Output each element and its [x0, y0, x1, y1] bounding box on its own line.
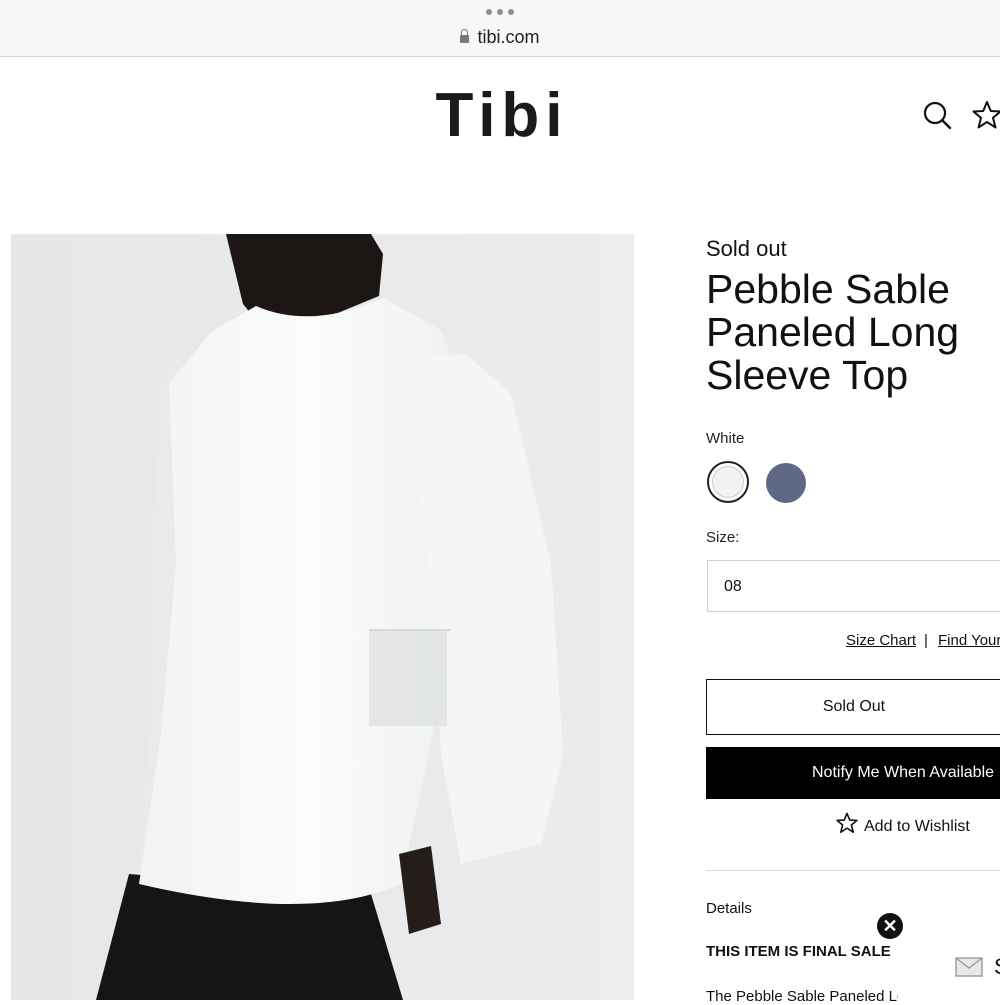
- search-icon[interactable]: [922, 100, 952, 130]
- product-title: Pebble Sable Paneled Long Sleeve Top: [706, 268, 1000, 397]
- details-heading[interactable]: Details: [706, 900, 752, 917]
- size-select[interactable]: 08: [707, 560, 1000, 612]
- divider: [706, 870, 1000, 871]
- size-chart-link[interactable]: Size Chart: [846, 632, 916, 649]
- final-sale-notice: THIS ITEM IS FINAL SALE: [706, 943, 891, 960]
- brand-logo[interactable]: Tibi: [432, 84, 572, 148]
- link-separator: |: [924, 632, 928, 649]
- star-outline-icon: [836, 812, 858, 834]
- sold-out-button[interactable]: Sold Out: [706, 679, 1000, 735]
- lock-icon: [460, 35, 469, 43]
- more-dots-icon[interactable]: [486, 9, 514, 17]
- signup-label[interactable]: S: [994, 954, 1000, 980]
- product-description: The Pebble Sable Paneled Lc: [706, 988, 898, 1005]
- notify-button[interactable]: Notify Me When Available: [706, 747, 1000, 799]
- wishlist-label: Add to Wishlist: [864, 818, 970, 835]
- swatch-white[interactable]: [707, 461, 749, 503]
- close-icon[interactable]: ✕: [877, 913, 903, 939]
- size-label: Size:: [706, 529, 739, 546]
- url-text: tibi.com: [477, 27, 539, 47]
- swatch-slate[interactable]: [766, 463, 806, 503]
- find-your-size-link[interactable]: Find Your: [938, 632, 1000, 649]
- product-photo-illustration: [11, 234, 634, 1000]
- stock-status: Sold out: [706, 236, 787, 262]
- star-icon[interactable]: [972, 100, 1000, 130]
- size-value: 08: [724, 578, 742, 595]
- envelope-icon[interactable]: [955, 957, 983, 977]
- url-field[interactable]: tibi.com: [0, 27, 1000, 48]
- add-to-wishlist-button[interactable]: Add to Wishlist: [836, 812, 970, 836]
- color-label: White: [706, 430, 744, 447]
- product-image[interactable]: [11, 234, 634, 1000]
